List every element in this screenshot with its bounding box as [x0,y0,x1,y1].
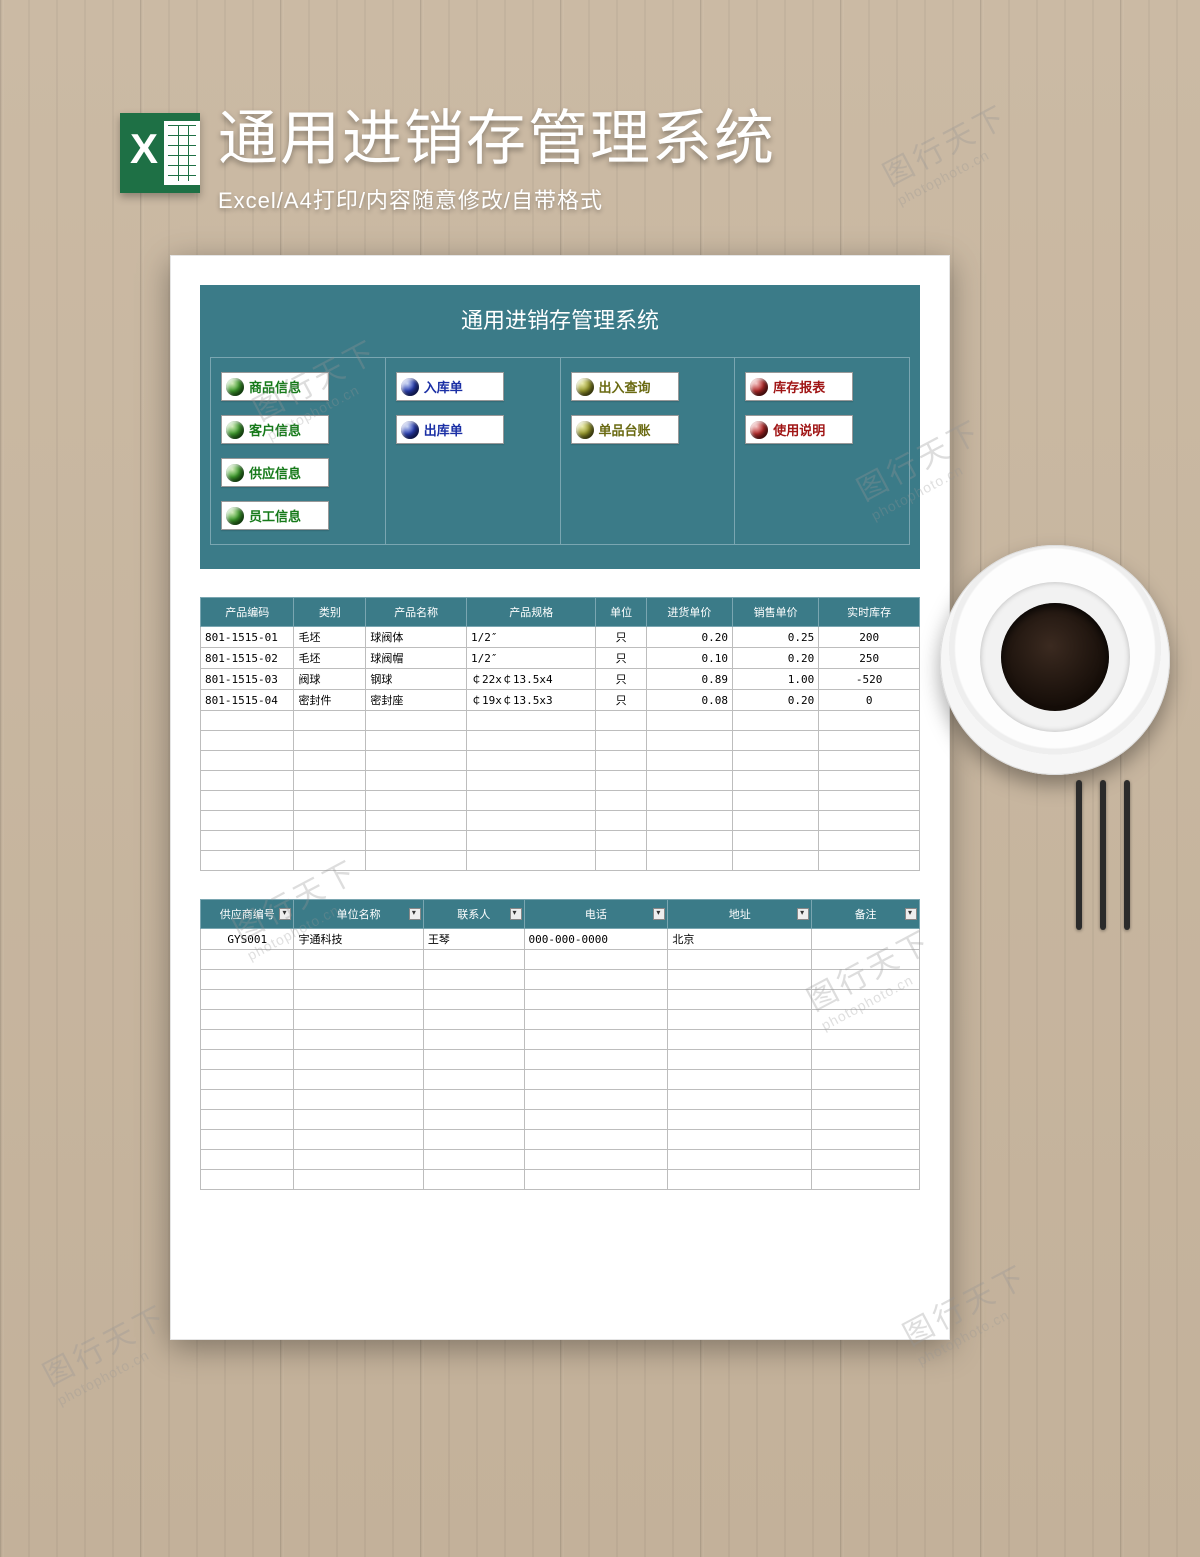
table-row [201,791,920,811]
button-label: 库存报表 [773,377,825,396]
panel-title: 通用进销存管理系统 [210,303,910,335]
orb-icon [226,378,244,396]
col-header[interactable]: 备注 [812,900,920,929]
menu-button-员工信息[interactable]: 员工信息 [221,501,329,530]
products-table-wrap: 产品编码类别产品名称产品规格单位进货单价销售单价实时库存801-1515-01毛… [200,597,920,871]
col-header[interactable]: 电话 [524,900,668,929]
table-row [201,1010,920,1030]
excel-icon [120,113,200,193]
menu-button-使用说明[interactable]: 使用说明 [745,415,853,444]
panel-column: 库存报表使用说明 [735,358,909,544]
menu-button-入库单[interactable]: 入库单 [396,372,504,401]
table-row: 801-1515-03阀球钢球￠22x￠13.5x4只0.891.00-520 [201,669,920,690]
sub-title: Excel/A4打印/内容随意修改/自带格式 [218,183,776,215]
suppliers-table-wrap: 供应商编号单位名称联系人电话地址备注GYS001宇通科技王琴000-000-00… [200,899,920,1190]
menu-button-出入查询[interactable]: 出入查询 [571,372,679,401]
filter-dropdown-icon[interactable] [905,908,917,920]
filter-dropdown-icon[interactable] [409,908,421,920]
filter-dropdown-icon[interactable] [797,908,809,920]
col-header: 进货单价 [646,598,732,627]
orb-icon [576,378,594,396]
col-header[interactable]: 联系人 [423,900,524,929]
filter-dropdown-icon[interactable] [653,908,665,920]
orb-icon [576,421,594,439]
table-row [201,811,920,831]
document-page: 通用进销存管理系统 商品信息客户信息供应信息员工信息入库单出库单出入查询单品台账… [170,255,950,1340]
menu-button-库存报表[interactable]: 库存报表 [745,372,853,401]
panel-column: 商品信息客户信息供应信息员工信息 [211,358,386,544]
table-row [201,1030,920,1050]
col-header[interactable]: 供应商编号 [201,900,294,929]
orb-icon [401,378,419,396]
button-label: 出入查询 [599,377,651,396]
table-row [201,751,920,771]
table-row [201,851,920,871]
col-header: 产品名称 [366,598,467,627]
col-header[interactable]: 单位名称 [294,900,423,929]
orb-icon [226,464,244,482]
orb-icon [750,421,768,439]
col-header: 销售单价 [733,598,819,627]
menu-button-客户信息[interactable]: 客户信息 [221,415,329,444]
col-header: 类别 [294,598,366,627]
table-row [201,1150,920,1170]
menu-button-商品信息[interactable]: 商品信息 [221,372,329,401]
table-row: 801-1515-04密封件密封座￠19x￠13.5x3只0.080.200 [201,690,920,711]
button-label: 出库单 [424,420,463,439]
table-row: 801-1515-02毛坯球阀帽1/2″只0.100.20250 [201,648,920,669]
table-row [201,711,920,731]
filter-dropdown-icon[interactable] [279,908,291,920]
col-header[interactable]: 地址 [668,900,812,929]
table-row: 801-1515-01毛坯球阀体1/2″只0.200.25200 [201,627,920,648]
table-row [201,950,920,970]
panel-column: 出入查询单品台账 [561,358,736,544]
panel-column: 入库单出库单 [386,358,561,544]
button-label: 单品台账 [599,420,651,439]
button-label: 客户信息 [249,420,301,439]
col-header: 产品编码 [201,598,294,627]
col-header: 单位 [596,598,646,627]
table-row [201,970,920,990]
orb-icon [401,421,419,439]
filter-dropdown-icon[interactable] [510,908,522,920]
coffee-cup-decoration [940,545,1170,775]
table-row: GYS001宇通科技王琴000-000-0000北京 [201,929,920,950]
orb-icon [226,421,244,439]
table-row [201,1130,920,1150]
button-label: 供应信息 [249,463,301,482]
products-table: 产品编码类别产品名称产品规格单位进货单价销售单价实时库存801-1515-01毛… [200,597,920,871]
menu-button-供应信息[interactable]: 供应信息 [221,458,329,487]
button-label: 入库单 [424,377,463,396]
table-row [201,731,920,751]
table-row [201,1110,920,1130]
suppliers-table: 供应商编号单位名称联系人电话地址备注GYS001宇通科技王琴000-000-00… [200,899,920,1190]
page-header: 通用进销存管理系统 Excel/A4打印/内容随意修改/自带格式 [0,0,1200,235]
button-label: 员工信息 [249,506,301,525]
menu-panel: 通用进销存管理系统 商品信息客户信息供应信息员工信息入库单出库单出入查询单品台账… [200,285,920,569]
main-title: 通用进销存管理系统 [218,90,776,177]
table-row [201,771,920,791]
table-row [201,990,920,1010]
col-header: 实时库存 [819,598,920,627]
pens-decoration [1076,780,1130,930]
menu-button-单品台账[interactable]: 单品台账 [571,415,679,444]
col-header: 产品规格 [467,598,596,627]
table-row [201,1070,920,1090]
menu-button-出库单[interactable]: 出库单 [396,415,504,444]
table-row [201,1050,920,1070]
table-row [201,831,920,851]
button-label: 商品信息 [249,377,301,396]
button-label: 使用说明 [773,420,825,439]
table-row [201,1090,920,1110]
orb-icon [226,507,244,525]
orb-icon [750,378,768,396]
table-row [201,1170,920,1190]
